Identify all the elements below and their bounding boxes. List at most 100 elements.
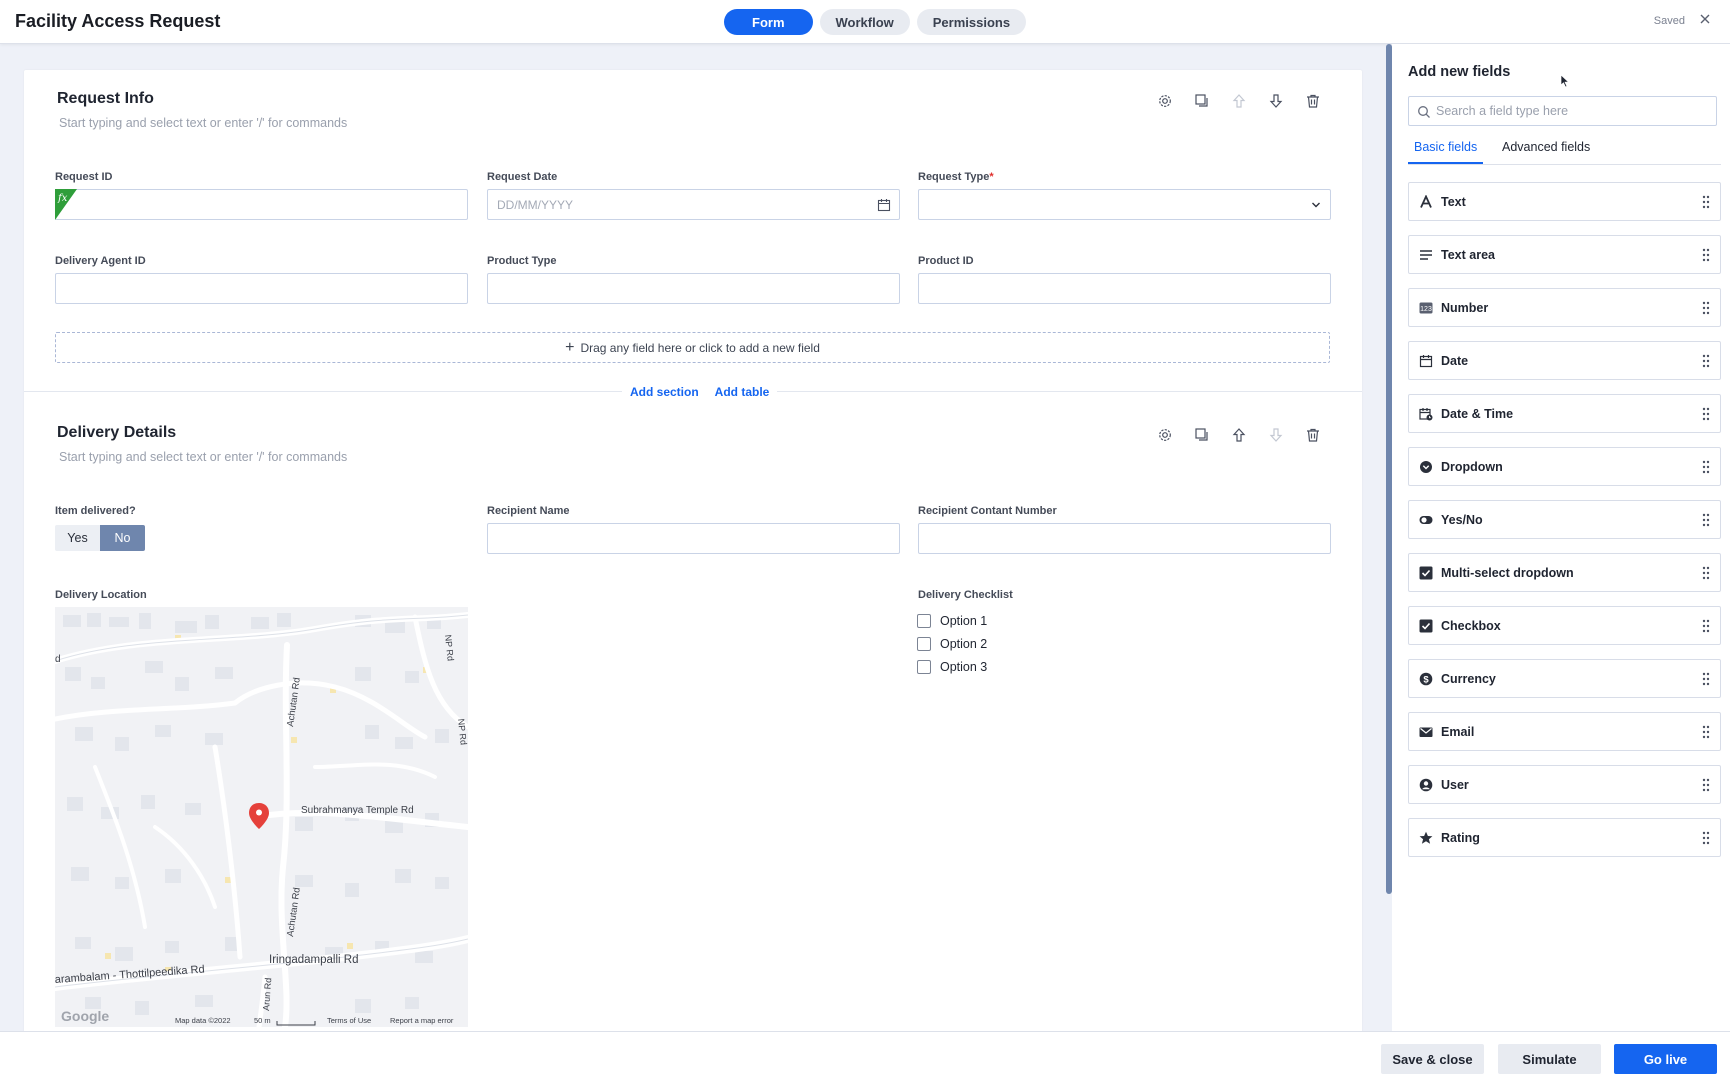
field-type-yes-no[interactable]: Yes/No bbox=[1408, 500, 1721, 539]
tab-advanced-fields[interactable]: Advanced fields bbox=[1496, 140, 1596, 164]
tab-form[interactable]: Form bbox=[724, 9, 813, 35]
field-search-input[interactable] bbox=[1436, 97, 1706, 125]
drag-handle-icon[interactable] bbox=[1702, 778, 1710, 792]
trash-icon[interactable] bbox=[1305, 93, 1321, 109]
field-type-label: Text area bbox=[1441, 247, 1495, 262]
simulate-button[interactable]: Simulate bbox=[1498, 1044, 1601, 1074]
chevron-down-icon bbox=[1312, 202, 1320, 208]
request-date-input[interactable]: DD/MM/YYYY bbox=[487, 189, 900, 220]
drag-handle-icon[interactable] bbox=[1702, 460, 1710, 474]
drag-handle-icon[interactable] bbox=[1702, 354, 1710, 368]
save-close-button[interactable]: Save & close bbox=[1381, 1044, 1484, 1074]
arrow-up-icon[interactable] bbox=[1231, 427, 1247, 443]
add-section-link[interactable]: Add section bbox=[630, 385, 699, 399]
field-type-text[interactable]: Text bbox=[1408, 182, 1721, 221]
checkbox[interactable] bbox=[917, 613, 931, 628]
text-icon bbox=[1419, 194, 1433, 209]
field-type-date[interactable]: Date bbox=[1408, 341, 1721, 380]
calendar-icon[interactable] bbox=[877, 198, 891, 212]
no-option[interactable]: No bbox=[100, 525, 145, 551]
section-hint[interactable]: Start typing and select text or enter '/… bbox=[59, 450, 347, 464]
section-title-delivery-details[interactable]: Delivery Details bbox=[57, 424, 176, 442]
field-type-email[interactable]: Email bbox=[1408, 712, 1721, 751]
dropzone-text: Drag any field here or click to add a ne… bbox=[580, 340, 820, 355]
yes-option[interactable]: Yes bbox=[55, 525, 100, 551]
field-type-list: Text Text area 123 Number Date Date & Time Dro… bbox=[1408, 182, 1721, 871]
gear-icon[interactable] bbox=[1157, 93, 1173, 109]
app-title: Facility Access Request bbox=[15, 11, 221, 31]
field-search-box[interactable] bbox=[1408, 96, 1717, 126]
checklist-option[interactable]: Option 3 bbox=[917, 655, 987, 678]
product-type-input[interactable] bbox=[487, 273, 900, 304]
item-delivered-toggle: Yes No bbox=[55, 525, 145, 551]
drag-handle-icon[interactable] bbox=[1702, 248, 1710, 262]
go-live-button[interactable]: Go live bbox=[1614, 1044, 1717, 1074]
field-type-currency[interactable]: $ Currency bbox=[1408, 659, 1721, 698]
drag-handle-icon[interactable] bbox=[1702, 513, 1710, 527]
drag-handle-icon[interactable] bbox=[1702, 725, 1710, 739]
recipient-name-input[interactable] bbox=[487, 523, 900, 554]
delivery-checklist-label: Delivery Checklist bbox=[918, 589, 1013, 601]
tab-permissions[interactable]: Permissions bbox=[916, 9, 1027, 35]
map-scale-label: 50 m bbox=[254, 1016, 271, 1025]
formula-icon: fx bbox=[58, 193, 68, 204]
field-type-text-area[interactable]: Text area bbox=[1408, 235, 1721, 274]
drag-handle-icon[interactable] bbox=[1702, 301, 1710, 315]
checklist-option[interactable]: Option 2 bbox=[917, 632, 987, 655]
recipient-number-input[interactable] bbox=[918, 523, 1331, 554]
product-id-label: Product ID bbox=[918, 255, 974, 267]
checkbox[interactable] bbox=[917, 636, 931, 651]
field-type-checkbox[interactable]: Checkbox bbox=[1408, 606, 1721, 645]
field-type-multi-select-dropdown[interactable]: Multi-select dropdown bbox=[1408, 553, 1721, 592]
search-icon bbox=[1418, 106, 1430, 118]
duplicate-icon[interactable] bbox=[1194, 93, 1210, 109]
trash-icon[interactable] bbox=[1305, 427, 1321, 443]
top-header: Facility Access Request Form Workflow Pe… bbox=[0, 0, 1730, 44]
request-type-select[interactable] bbox=[918, 189, 1331, 220]
section-toolbar bbox=[1157, 427, 1321, 443]
map-road-label: Iringadampalli Rd bbox=[269, 954, 359, 966]
field-type-date-time[interactable]: Date & Time bbox=[1408, 394, 1721, 433]
add-field-dropzone[interactable]: + Drag any field here or click to add a … bbox=[55, 332, 1330, 363]
field-type-number[interactable]: 123 Number bbox=[1408, 288, 1721, 327]
field-type-dropdown[interactable]: Dropdown bbox=[1408, 447, 1721, 486]
field-type-label: Number bbox=[1441, 300, 1489, 315]
drag-handle-icon[interactable] bbox=[1702, 195, 1710, 209]
map-report-link[interactable]: Report a map error bbox=[390, 1016, 454, 1025]
field-type-label: Checkbox bbox=[1441, 618, 1501, 633]
section-hint[interactable]: Start typing and select text or enter '/… bbox=[59, 116, 347, 130]
drag-handle-icon[interactable] bbox=[1702, 672, 1710, 686]
drag-handle-icon[interactable] bbox=[1702, 566, 1710, 580]
delivery-agent-id-label: Delivery Agent ID bbox=[55, 255, 146, 267]
drag-handle-icon[interactable] bbox=[1702, 831, 1710, 845]
delivery-agent-id-input[interactable] bbox=[55, 273, 468, 304]
field-type-label: Multi-select dropdown bbox=[1441, 565, 1574, 580]
calendar-icon bbox=[1419, 354, 1433, 368]
duplicate-icon[interactable] bbox=[1194, 427, 1210, 443]
field-type-user[interactable]: User bbox=[1408, 765, 1721, 804]
field-type-label: Email bbox=[1441, 724, 1475, 739]
map-canvas: Subrahmanya Temple Rd Achutan Rd Achutan… bbox=[55, 607, 468, 1027]
date-placeholder: DD/MM/YYYY bbox=[497, 198, 574, 212]
gear-icon[interactable] bbox=[1157, 427, 1173, 443]
checkbox[interactable] bbox=[917, 659, 931, 674]
drag-handle-icon[interactable] bbox=[1702, 619, 1710, 633]
field-type-label: Rating bbox=[1441, 830, 1480, 845]
drag-handle-icon[interactable] bbox=[1702, 407, 1710, 421]
field-type-rating[interactable]: Rating bbox=[1408, 818, 1721, 857]
request-id-input[interactable]: fx bbox=[55, 189, 468, 220]
product-id-input[interactable] bbox=[918, 273, 1331, 304]
delivery-checklist: Option 1 Option 2 Option 3 bbox=[917, 609, 987, 678]
map-terms-link[interactable]: Terms of Use bbox=[327, 1016, 371, 1025]
saved-status: Saved bbox=[1653, 15, 1685, 27]
arrow-down-icon[interactable] bbox=[1268, 93, 1284, 109]
request-date-label: Request Date bbox=[487, 171, 558, 183]
checklist-option[interactable]: Option 1 bbox=[917, 609, 987, 632]
tab-workflow[interactable]: Workflow bbox=[819, 9, 910, 35]
delivery-location-map[interactable]: Subrahmanya Temple Rd Achutan Rd Achutan… bbox=[55, 607, 468, 1027]
close-icon[interactable] bbox=[1697, 11, 1713, 27]
add-table-link[interactable]: Add table bbox=[715, 385, 770, 399]
section-title-request-info[interactable]: Request Info bbox=[57, 90, 154, 108]
tab-basic-fields[interactable]: Basic fields bbox=[1408, 140, 1484, 164]
request-id-label: Request ID bbox=[55, 171, 113, 183]
